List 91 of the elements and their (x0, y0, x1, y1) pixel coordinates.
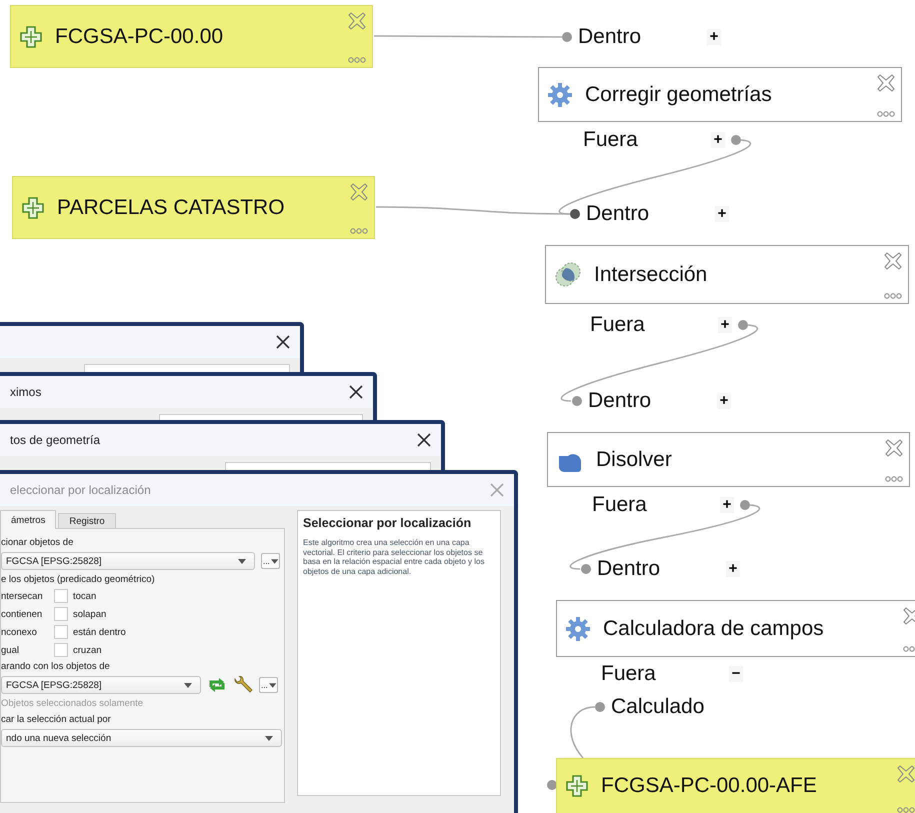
port-label: Fuera (590, 313, 646, 337)
port-dot[interactable] (570, 209, 580, 219)
port-label: Calculado (611, 695, 706, 719)
expand-toggle[interactable]: + (720, 497, 734, 513)
caret-icon (268, 682, 276, 688)
close-icon[interactable] (348, 12, 366, 30)
tab[interactable]: Registro (58, 513, 116, 529)
algorithm-node[interactable]: Disolver (547, 432, 910, 487)
close-icon[interactable] (350, 183, 368, 201)
field-label: cionar objetos de (1, 536, 74, 549)
more-icon[interactable] (897, 807, 915, 813)
options-button[interactable]: ... (261, 553, 280, 569)
input-node[interactable]: FCGSA-PC-00.00 (10, 5, 373, 68)
expand-toggle[interactable]: + (711, 132, 725, 148)
wrench-icon[interactable] (233, 676, 253, 694)
port-dot[interactable] (738, 320, 748, 330)
port-label: Dentro (586, 202, 650, 226)
plus-icon (565, 774, 589, 798)
port-label: Dentro (578, 25, 642, 49)
checkbox[interactable] (54, 589, 68, 603)
close-icon[interactable] (885, 439, 903, 457)
expand-toggle[interactable]: + (718, 317, 732, 333)
connector-line (570, 706, 596, 758)
checkbox[interactable] (54, 625, 68, 639)
algorithm-node[interactable]: Calculadora de campos (556, 600, 915, 657)
checkbox-label: cruzan (73, 644, 103, 656)
output-node[interactable]: FCGSA-PC-00.00-AFE (556, 758, 915, 813)
field-label: e los objetos (predicado geométrico) (1, 573, 156, 586)
checkbox-label: solapan (73, 608, 108, 620)
expand-toggle[interactable]: + (717, 393, 731, 409)
mode-dropdown[interactable]: ndo una nueva selección (1, 729, 282, 747)
more-icon[interactable] (884, 293, 902, 299)
port-dot[interactable] (731, 135, 741, 145)
algorithm-node[interactable]: Intersección (545, 245, 909, 304)
caret-icon (265, 736, 273, 740)
checkbox-label: contienen (1, 608, 44, 620)
refresh-icon[interactable] (207, 677, 227, 693)
window-title: eleccionar por localización (10, 483, 151, 497)
port-dot[interactable] (572, 396, 582, 406)
caret-icon (270, 558, 278, 564)
plus-icon (21, 196, 45, 220)
help-text: Este algoritmo crea una selección en una capa vectorial. El criterio para seleccionar los objetos se basa en la relación espacial entre cada objeto y los objetos de una capa adicional. (303, 538, 486, 576)
close-button[interactable] (276, 335, 290, 349)
close-icon[interactable] (884, 252, 902, 270)
expand-toggle[interactable]: + (726, 561, 740, 577)
plus-icon (19, 24, 43, 48)
help-title: Seleccionar por localización (303, 516, 472, 530)
expand-toggle[interactable]: − (729, 666, 743, 682)
caret-icon (184, 682, 192, 688)
field-label: car la selección actual por (1, 713, 112, 726)
checkbox-label: gual (1, 644, 20, 656)
checkbox-label: Objetos seleccionados solamente (1, 697, 144, 710)
layer-dropdown[interactable]: FGCSA [EPSG:25828] (1, 552, 255, 570)
checkbox[interactable] (54, 643, 68, 657)
more-icon[interactable] (350, 228, 368, 234)
port-label: Fuera (592, 493, 648, 517)
close-icon[interactable] (897, 765, 915, 783)
tab[interactable]: ámetros (0, 510, 56, 529)
expand-toggle[interactable]: + (715, 206, 729, 222)
layer-dropdown[interactable]: FGCSA [EPSG:25828] (1, 676, 201, 694)
checkbox-label: están dentro (73, 626, 127, 638)
checkbox-label: ntersecan (1, 590, 44, 602)
input-node[interactable]: PARCELAS CATASTRO (12, 176, 375, 239)
expand-toggle[interactable]: + (707, 29, 721, 45)
port-dot[interactable] (581, 564, 591, 574)
more-icon[interactable] (885, 476, 903, 482)
overlap-icon (554, 260, 582, 288)
checkbox[interactable] (54, 607, 68, 621)
checkbox-label: tocan (73, 590, 98, 602)
window-title: ximos (10, 385, 42, 399)
close-button[interactable] (417, 433, 431, 447)
field-label: arando con los objetos de (1, 660, 111, 673)
port-label: Fuera (583, 128, 639, 152)
port-dot[interactable] (547, 780, 557, 790)
checkbox-label: nconexo (1, 626, 38, 638)
port-dot[interactable] (740, 500, 750, 510)
more-icon[interactable] (877, 111, 895, 117)
close-button[interactable] (349, 385, 363, 399)
options-button[interactable]: ... (259, 677, 278, 693)
gear-icon (547, 82, 573, 108)
gear-icon (565, 616, 591, 642)
port-label: Dentro (588, 389, 652, 413)
algorithm-node[interactable]: Corregir geometrías (538, 67, 902, 122)
port-dot[interactable] (562, 32, 572, 42)
caret-icon (238, 558, 246, 564)
port-label: Dentro (597, 557, 662, 581)
port-label: Fuera (601, 662, 657, 686)
port-dot[interactable] (595, 702, 605, 712)
window-title: tos de geometría (10, 433, 100, 447)
close-icon[interactable] (877, 74, 895, 92)
more-icon[interactable] (348, 57, 366, 63)
